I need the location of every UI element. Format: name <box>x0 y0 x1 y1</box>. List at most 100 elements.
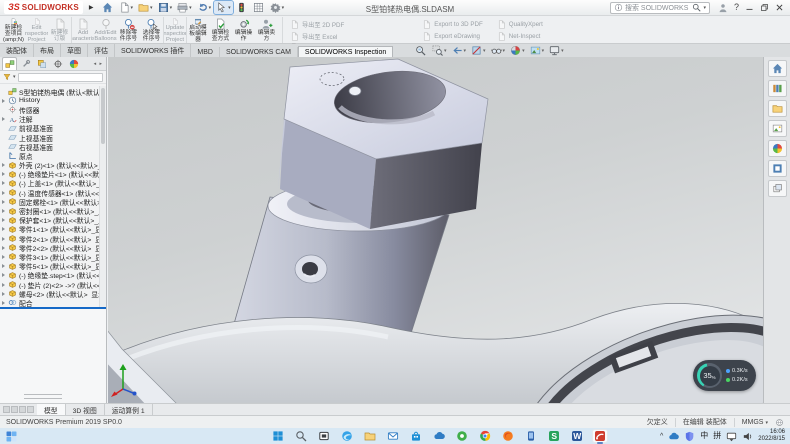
document-tab[interactable]: 运动算例 1 <box>105 404 153 415</box>
command-tab[interactable]: MBD <box>191 47 220 57</box>
heads-up-button[interactable]: ▾ <box>549 45 564 56</box>
ribbon-button[interactable]: Edit Inspection Project <box>25 17 48 43</box>
widgets-icon[interactable] <box>5 430 18 443</box>
login-person-icon[interactable] <box>718 3 728 13</box>
dropdown-caret-icon[interactable]: ▾ <box>228 5 231 11</box>
tree-item[interactable]: 密封圈<1> (默认<<默认>_显示状 <box>0 206 99 215</box>
task-pane-tab[interactable] <box>768 160 787 177</box>
search-box[interactable]: 搜索 SOLIDWORKS 帮助 ▾ <box>610 2 710 14</box>
task-pane-tab[interactable] <box>768 80 787 97</box>
ribbon-button[interactable]: 新建修 订版 <box>48 17 71 43</box>
quick-access-button[interactable]: ▾ <box>136 1 155 14</box>
minimize-icon[interactable] <box>745 3 754 12</box>
quick-access-button[interactable]: ▾ <box>117 1 136 14</box>
ribbon-button[interactable]: 编辑操 作 <box>232 17 255 43</box>
taskbar-app-icon[interactable] <box>431 429 447 443</box>
ribbon-button[interactable]: 新建检 查项目 (amp;N) <box>2 17 25 43</box>
taskbar-app-icon[interactable] <box>477 429 493 443</box>
command-tab[interactable]: SOLIDWORKS 插件 <box>115 44 191 57</box>
quick-access-button[interactable] <box>234 1 250 14</box>
dropdown-caret-icon[interactable]: ▾ <box>561 48 564 54</box>
tree-scrollbar[interactable] <box>99 86 106 307</box>
tree-item[interactable]: 零件2<1> (默认<<默认>_显示状 <box>0 234 99 243</box>
ribbon-button[interactable]: 启动模 板编辑 器 <box>186 17 209 43</box>
taskbar-app-icon[interactable] <box>592 429 608 443</box>
ribbon-button[interactable]: Add/Edit Balloons <box>94 17 117 43</box>
dropdown-caret-icon[interactable]: ▾ <box>189 5 192 11</box>
ime-mode-indicator[interactable]: 拼 <box>713 432 721 440</box>
net-speed-widget[interactable]: 35% 0.3K/s 0.2K/s <box>693 360 756 391</box>
pane-grip-line[interactable] <box>24 394 62 395</box>
quick-access-button[interactable]: ▾ <box>156 1 175 14</box>
command-tab[interactable]: SOLIDWORKS CAM <box>220 47 298 57</box>
tree-item[interactable]: S型铂铑热电偶 (默认<默认_显示状态-1 <box>0 87 99 96</box>
heads-up-button[interactable] <box>415 45 427 56</box>
command-tab[interactable]: SOLIDWORKS Inspection <box>298 46 393 57</box>
tab-nav-square[interactable] <box>11 406 18 413</box>
security-shield-icon[interactable] <box>684 431 695 442</box>
tree-item[interactable]: (-) 上盖<1> (默认<<默认>_显示状 <box>0 179 99 188</box>
tree-item[interactable]: 外壳 (2)<1> (默认<<默认>_显示状 <box>0 161 99 170</box>
task-pane-tab[interactable] <box>768 120 787 137</box>
tree-item[interactable]: 零件3<1> (默认<<默认>_显示状 <box>0 252 99 261</box>
command-tab[interactable]: 草图 <box>61 44 88 57</box>
task-pane-tab[interactable] <box>768 100 787 117</box>
tree-item[interactable]: (-) 绝缘垫片<1> (默认<<默认>_显 <box>0 170 99 179</box>
filter-funnel-icon[interactable] <box>3 73 11 81</box>
tree-item[interactable]: 保护套<1> (默认<<默认>_显示状 <box>0 216 99 225</box>
quick-access-button[interactable]: ▾ <box>195 1 214 14</box>
filter-input[interactable] <box>18 73 103 82</box>
taskbar-app-icon[interactable] <box>293 429 309 443</box>
help-button[interactable]: ? <box>734 3 739 12</box>
export-menu-item[interactable]: Net-Inspect <box>497 32 543 41</box>
taskbar-app-icon[interactable] <box>454 429 470 443</box>
tab-nav-square[interactable] <box>3 406 10 413</box>
ime-language-indicator[interactable]: 中 <box>700 432 708 440</box>
taskbar-app-icon[interactable] <box>569 429 585 443</box>
panel-tab[interactable] <box>18 57 33 70</box>
panel-tab-arrows[interactable]: ◂ ▸ <box>94 61 106 67</box>
panel-tab[interactable] <box>66 57 81 70</box>
search-caret-icon[interactable]: ▾ <box>703 5 706 11</box>
taskbar-clock[interactable]: 16:06 2022/8/15 <box>758 429 785 443</box>
ribbon-button[interactable]: 移除零 件序号 <box>117 17 140 43</box>
scrollbar-thumb[interactable] <box>101 88 105 144</box>
heads-up-button[interactable]: ▾ <box>471 45 486 56</box>
speaker-icon[interactable] <box>742 431 753 442</box>
panel-tab[interactable] <box>50 57 65 70</box>
dropdown-caret-icon[interactable]: ▾ <box>483 48 486 54</box>
dropdown-caret-icon[interactable]: ▾ <box>150 5 153 11</box>
task-pane-tab[interactable] <box>768 60 787 77</box>
export-menu-item[interactable]: 导出至 Excel <box>290 32 408 41</box>
tree-item[interactable]: 固定螺栓<1> (默认<<默认>_显示 <box>0 197 99 206</box>
document-tab[interactable]: 3D 视图 <box>66 404 105 415</box>
unit-system[interactable]: MMGS▾ <box>742 419 768 426</box>
command-tab[interactable]: 装配体 <box>0 44 34 57</box>
ribbon-button[interactable]: 编辑检 查方式 <box>209 17 232 43</box>
tree-item[interactable]: 右视基准面 <box>0 142 99 151</box>
taskbar-app-icon[interactable] <box>523 429 539 443</box>
heads-up-button[interactable]: ▾ <box>452 45 467 56</box>
taskbar-app-icon[interactable] <box>385 429 401 443</box>
quick-access-button[interactable]: ▾ <box>214 1 233 14</box>
dropdown-caret-icon[interactable]: ▾ <box>131 5 134 11</box>
graphics-viewport[interactable]: 35% 0.3K/s 0.2K/s <box>108 57 763 403</box>
dropdown-caret-icon[interactable]: ▾ <box>282 5 285 11</box>
close-icon[interactable] <box>775 3 784 12</box>
tree-item[interactable]: (-) 绝缘垫.step<1> (默认<<默认 <box>0 271 99 280</box>
quick-access-button[interactable] <box>100 1 116 14</box>
heads-up-button[interactable]: ▾ <box>530 45 545 56</box>
ribbon-button[interactable]: 编辑卖 方 <box>255 17 278 43</box>
task-pane-tab[interactable] <box>768 140 787 157</box>
command-tab[interactable]: 布局 <box>34 44 61 57</box>
tree-item[interactable]: History <box>0 96 99 105</box>
tree-item[interactable]: 原点 <box>0 151 99 160</box>
export-menu-item[interactable]: Export to 3D PDF <box>422 20 483 29</box>
heads-up-button[interactable]: ▾ <box>510 45 525 56</box>
tree-item[interactable]: 上视基准面 <box>0 133 99 142</box>
search-icon[interactable] <box>692 3 701 12</box>
quick-access-button[interactable] <box>251 1 267 14</box>
tree-item[interactable]: 传感器 <box>0 105 99 114</box>
heads-up-button[interactable]: ▾ <box>491 45 506 56</box>
tree-item[interactable]: (-) 垫片 (2)<2> ->? (默认<<默认> <box>0 280 99 289</box>
